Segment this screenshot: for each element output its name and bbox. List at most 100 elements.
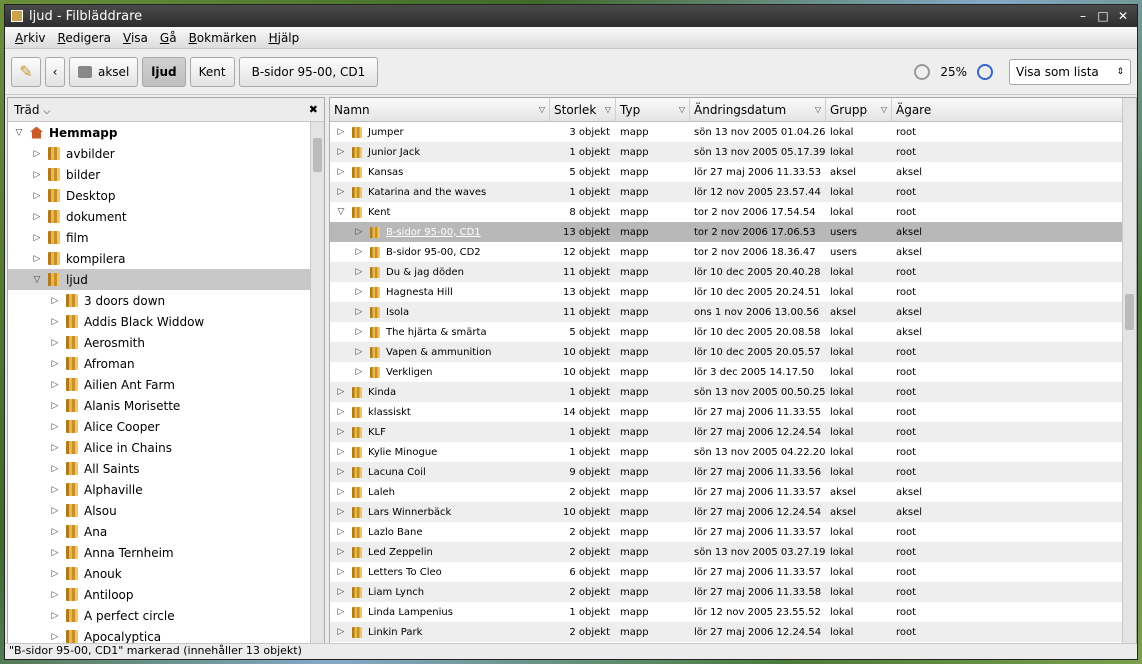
menu-arkiv[interactable]: Arkiv bbox=[9, 31, 52, 45]
file-row[interactable]: ▽ Kent 8 objekt mapp tor 2 nov 2006 17.54.54… bbox=[330, 202, 1122, 222]
expander-collapsed-icon[interactable]: ▷ bbox=[32, 170, 42, 180]
file-row[interactable]: ▷ Lars Winnerbäck 10 objekt mapp lör 27 maj … bbox=[330, 502, 1122, 522]
list-scrollbar-thumb[interactable] bbox=[1125, 294, 1134, 330]
zoom-out-icon[interactable] bbox=[914, 63, 931, 80]
file-row[interactable]: ▷ Isola 11 objekt mapp ons 1 nov 2006 13.00.… bbox=[330, 302, 1122, 322]
file-row[interactable]: ▷ Led Zeppelin 2 objekt mapp sön 13 nov 2005… bbox=[330, 542, 1122, 562]
expander-collapsed-icon[interactable]: ▷ bbox=[32, 149, 42, 159]
path-button-aksel[interactable]: aksel bbox=[69, 56, 139, 87]
expander-collapsed-icon[interactable]: ▷ bbox=[336, 387, 346, 397]
tree-scrollbar-thumb[interactable] bbox=[313, 138, 322, 172]
file-row[interactable]: ▷ Jumper 3 objekt mapp sön 13 nov 2005 01.04… bbox=[330, 122, 1122, 142]
tree-scrollbar[interactable] bbox=[310, 122, 324, 644]
expander-collapsed-icon[interactable]: ▷ bbox=[50, 506, 60, 516]
menu-redigera[interactable]: Redigera bbox=[52, 31, 117, 45]
tree-item[interactable]: ▷ Ailien Ant Farm bbox=[8, 374, 310, 395]
tree-item[interactable]: ▷ film bbox=[8, 227, 310, 248]
expander-collapsed-icon[interactable]: ▷ bbox=[50, 380, 60, 390]
expander-expanded-icon[interactable]: ▽ bbox=[336, 207, 346, 217]
expander-collapsed-icon[interactable]: ▷ bbox=[50, 359, 60, 369]
expander-collapsed-icon[interactable]: ▷ bbox=[336, 127, 346, 137]
file-row[interactable]: ▷ B-sidor 95-00, CD1 13 objekt mapp tor 2 no… bbox=[330, 222, 1122, 242]
file-row[interactable]: ▷ Linkin Park 2 objekt mapp lör 27 maj 2006 … bbox=[330, 622, 1122, 642]
expander-collapsed-icon[interactable]: ▷ bbox=[354, 327, 364, 337]
path-button-kent[interactable]: Kent bbox=[189, 56, 235, 87]
list-scrollbar[interactable] bbox=[1122, 98, 1136, 644]
expander-collapsed-icon[interactable]: ▷ bbox=[336, 507, 346, 517]
expander-collapsed-icon[interactable]: ▷ bbox=[32, 212, 42, 222]
expander-collapsed-icon[interactable]: ▷ bbox=[336, 407, 346, 417]
expander-collapsed-icon[interactable]: ▷ bbox=[354, 347, 364, 357]
expander-collapsed-icon[interactable]: ▷ bbox=[50, 401, 60, 411]
menu-visa[interactable]: Visa bbox=[117, 31, 154, 45]
expander-collapsed-icon[interactable]: ▷ bbox=[354, 267, 364, 277]
file-row[interactable]: ▷ Verkligen 10 objekt mapp lör 3 dec 2005 14… bbox=[330, 362, 1122, 382]
tree-item[interactable]: ▷ Aerosmith bbox=[8, 332, 310, 353]
minimize-icon[interactable]: – bbox=[1075, 9, 1091, 23]
edit-location-button[interactable]: ✎ bbox=[11, 56, 41, 87]
expander-collapsed-icon[interactable]: ▷ bbox=[50, 569, 60, 579]
expander-collapsed-icon[interactable]: ▷ bbox=[354, 247, 364, 257]
tree-item[interactable]: ▽ Hemmapp bbox=[8, 122, 310, 143]
tree-item[interactable]: ▷ Ana bbox=[8, 521, 310, 542]
expander-collapsed-icon[interactable]: ▷ bbox=[32, 254, 42, 264]
file-row[interactable]: ▷ Vapen & ammunition 10 objekt mapp lör 10 d… bbox=[330, 342, 1122, 362]
expander-collapsed-icon[interactable]: ▷ bbox=[336, 147, 346, 157]
path-button-ljud[interactable]: ljud bbox=[142, 56, 186, 87]
tree-item[interactable]: ▷ Alanis Morisette bbox=[8, 395, 310, 416]
tree-item[interactable]: ▷ 3 doors down bbox=[8, 290, 310, 311]
tree-item[interactable]: ▷ avbilder bbox=[8, 143, 310, 164]
file-row[interactable]: ▷ Lazlo Bane 2 objekt mapp lör 27 maj 2006 1… bbox=[330, 522, 1122, 542]
file-row[interactable]: ▷ Liam Lynch 2 objekt mapp lör 27 maj 2006 1… bbox=[330, 582, 1122, 602]
tree-item[interactable]: ▷ dokument bbox=[8, 206, 310, 227]
side-pane-selector[interactable]: Träd ⌵ bbox=[14, 103, 309, 117]
expander-collapsed-icon[interactable]: ▷ bbox=[50, 338, 60, 348]
tree-item[interactable]: ▷ Desktop bbox=[8, 185, 310, 206]
tree-item[interactable]: ▷ All Saints bbox=[8, 458, 310, 479]
expander-collapsed-icon[interactable]: ▷ bbox=[50, 443, 60, 453]
column-header-size[interactable]: Storlek ▽ bbox=[550, 98, 616, 121]
file-row[interactable]: ▷ Junior Jack 1 objekt mapp sön 13 nov 2005 … bbox=[330, 142, 1122, 162]
expander-collapsed-icon[interactable]: ▷ bbox=[50, 485, 60, 495]
expander-collapsed-icon[interactable]: ▷ bbox=[50, 317, 60, 327]
tree-item[interactable]: ▷ Alice Cooper bbox=[8, 416, 310, 437]
expander-collapsed-icon[interactable]: ▷ bbox=[336, 447, 346, 457]
expander-collapsed-icon[interactable]: ▷ bbox=[354, 227, 364, 237]
column-header-name[interactable]: Namn ▽ bbox=[330, 98, 550, 121]
tree-item[interactable]: ▷ Alphaville bbox=[8, 479, 310, 500]
expander-collapsed-icon[interactable]: ▷ bbox=[336, 587, 346, 597]
expander-collapsed-icon[interactable]: ▷ bbox=[336, 187, 346, 197]
expander-collapsed-icon[interactable]: ▷ bbox=[336, 607, 346, 617]
column-header-owner[interactable]: Ägare▽ bbox=[892, 98, 1136, 121]
file-row[interactable]: ▷ Laleh 2 objekt mapp lör 27 maj 2006 11.33.… bbox=[330, 482, 1122, 502]
expander-collapsed-icon[interactable]: ▷ bbox=[32, 191, 42, 201]
file-row[interactable]: ▷ Kansas 5 objekt mapp lör 27 maj 2006 11.33… bbox=[330, 162, 1122, 182]
tree-item[interactable]: ▷ Anna Ternheim bbox=[8, 542, 310, 563]
zoom-in-icon[interactable] bbox=[977, 63, 993, 80]
tree-item[interactable]: ▷ Antiloop bbox=[8, 584, 310, 605]
tree-item[interactable]: ▷ Alice in Chains bbox=[8, 437, 310, 458]
tree-item[interactable]: ▷ bilder bbox=[8, 164, 310, 185]
tree-item[interactable]: ▷ Apocalyptica bbox=[8, 626, 310, 644]
file-row[interactable]: ▷ KLF 1 objekt mapp lör 27 maj 2006 12.24.54… bbox=[330, 422, 1122, 442]
column-header-date[interactable]: Ändringsdatum ▽ bbox=[690, 98, 826, 121]
tree-item[interactable]: ▷ kompilera bbox=[8, 248, 310, 269]
file-row[interactable]: ▷ Lacuna Coil 9 objekt mapp lör 27 maj 2006 … bbox=[330, 462, 1122, 482]
close-pane-icon[interactable]: ✖ bbox=[309, 103, 318, 116]
expander-collapsed-icon[interactable]: ▷ bbox=[336, 567, 346, 577]
expander-collapsed-icon[interactable]: ▷ bbox=[336, 527, 346, 537]
tree-item[interactable]: ▷ Anouk bbox=[8, 563, 310, 584]
file-row[interactable]: ▷ Kylie Minogue 1 objekt mapp sön 13 nov 200… bbox=[330, 442, 1122, 462]
maximize-icon[interactable]: □ bbox=[1095, 9, 1111, 23]
expander-expanded-icon[interactable]: ▽ bbox=[32, 275, 42, 285]
expander-collapsed-icon[interactable]: ▷ bbox=[336, 487, 346, 497]
expander-collapsed-icon[interactable]: ▷ bbox=[336, 627, 346, 637]
expander-collapsed-icon[interactable]: ▷ bbox=[50, 296, 60, 306]
tree-item[interactable]: ▷ Alsou bbox=[8, 500, 310, 521]
file-row[interactable]: ▷ Letters To Cleo 6 objekt mapp lör 27 maj 2… bbox=[330, 562, 1122, 582]
expander-collapsed-icon[interactable]: ▷ bbox=[50, 632, 60, 642]
expander-collapsed-icon[interactable]: ▷ bbox=[32, 233, 42, 243]
expander-collapsed-icon[interactable]: ▷ bbox=[50, 590, 60, 600]
tree-item[interactable]: ▷ A perfect circle bbox=[8, 605, 310, 626]
expander-collapsed-icon[interactable]: ▷ bbox=[50, 422, 60, 432]
